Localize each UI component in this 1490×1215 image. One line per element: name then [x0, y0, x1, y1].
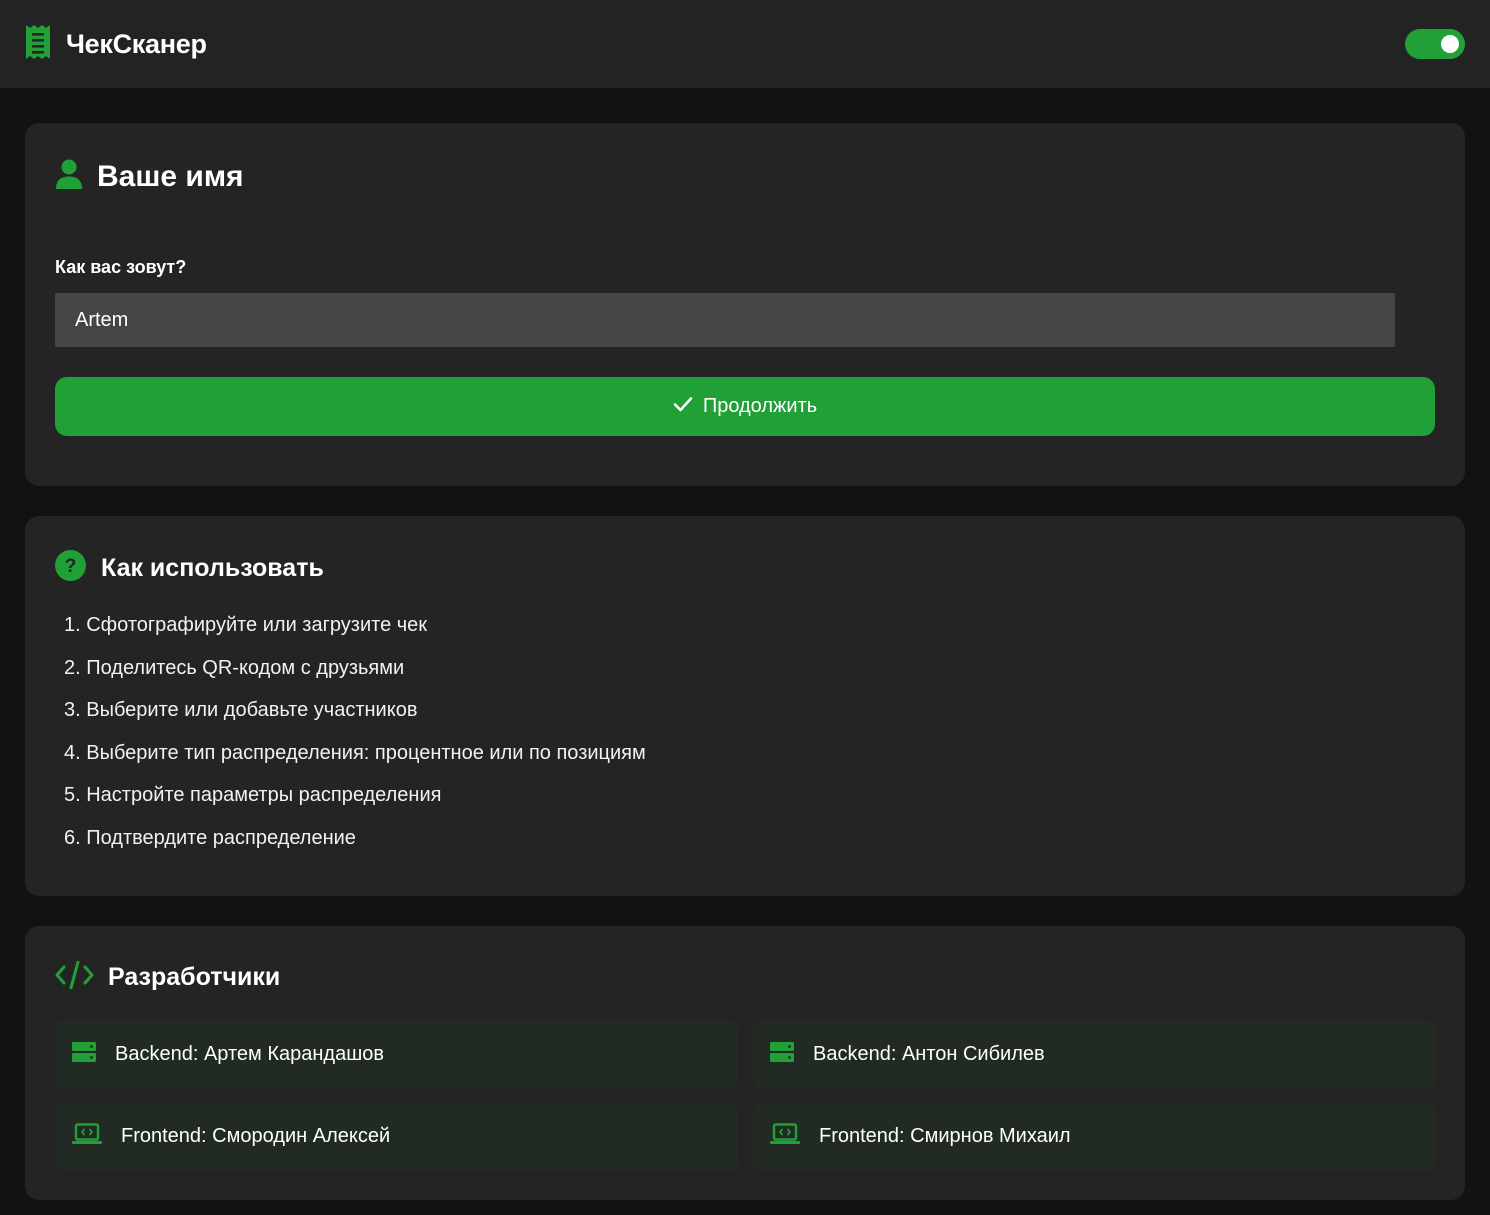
question-circle-icon: ? — [55, 550, 86, 586]
step-item: 4. Выберите тип распределения: процентно… — [64, 741, 646, 764]
help-card-title: Как использовать — [101, 553, 324, 582]
help-card-header: ? Как использовать — [55, 550, 324, 586]
developer-item: Frontend: Смирнов Михаил — [753, 1103, 1435, 1170]
code-icon — [55, 960, 94, 994]
app-title: ЧекСканер — [66, 28, 207, 59]
server-icon — [72, 1041, 96, 1068]
name-card-header: Ваше имя — [55, 159, 244, 194]
developers-grid: Backend: Артем Карандашов Backend: Антон… — [55, 1021, 1435, 1170]
receipt-icon — [24, 24, 52, 65]
step-item: 1. Сфотографируйте или загрузите чек — [64, 614, 428, 636]
developer-label: Backend: Артем Карандашов — [115, 1043, 384, 1065]
name-field-label: Как вас зовут? — [55, 257, 187, 277]
server-icon — [770, 1041, 794, 1068]
continue-button[interactable]: Продолжить — [55, 377, 1435, 436]
name-input[interactable] — [55, 293, 1395, 347]
step-item: 3. Выберите или добавьте участников — [64, 699, 418, 721]
step-item: 5. Настройте параметры распределения — [64, 784, 442, 806]
developer-label: Backend: Антон Сибилев — [813, 1043, 1045, 1065]
laptop-code-icon — [770, 1123, 800, 1150]
user-icon — [55, 159, 83, 194]
name-card: Ваше имя Как вас зовут? Продолжить — [25, 123, 1465, 486]
laptop-code-icon — [72, 1123, 102, 1150]
check-icon — [673, 395, 693, 418]
developers-card: Разработчики Backend: Артем Карандашов B… — [25, 926, 1465, 1200]
toggle-knob — [1441, 35, 1459, 53]
continue-button-label: Продолжить — [702, 395, 818, 417]
developers-card-title: Разработчики — [108, 963, 281, 991]
developer-item: Frontend: Смородин Алексей — [55, 1103, 738, 1170]
developers-card-header: Разработчики — [55, 960, 281, 994]
developer-item: Backend: Артем Карандашов — [55, 1021, 738, 1088]
developer-item: Backend: Антон Сибилев — [753, 1021, 1435, 1088]
theme-toggle[interactable] — [1405, 29, 1465, 59]
developer-label: Frontend: Смирнов Михаил — [819, 1125, 1071, 1147]
brand[interactable]: ЧекСканер — [24, 24, 207, 65]
developer-label: Frontend: Смородин Алексей — [121, 1125, 391, 1147]
step-item: 2. Поделитесь QR-кодом с друзьями — [64, 656, 405, 679]
top-bar: ЧекСканер — [0, 0, 1490, 88]
steps-list: 1. Сфотографируйте или загрузите чек 2. … — [64, 612, 646, 867]
name-card-title: Ваше имя — [97, 159, 244, 193]
help-card: ? Как использовать 1. Сфотографируйте ил… — [25, 516, 1465, 896]
svg-text:?: ? — [65, 556, 77, 577]
step-item: 6. Подтвердите распределение — [64, 826, 356, 849]
